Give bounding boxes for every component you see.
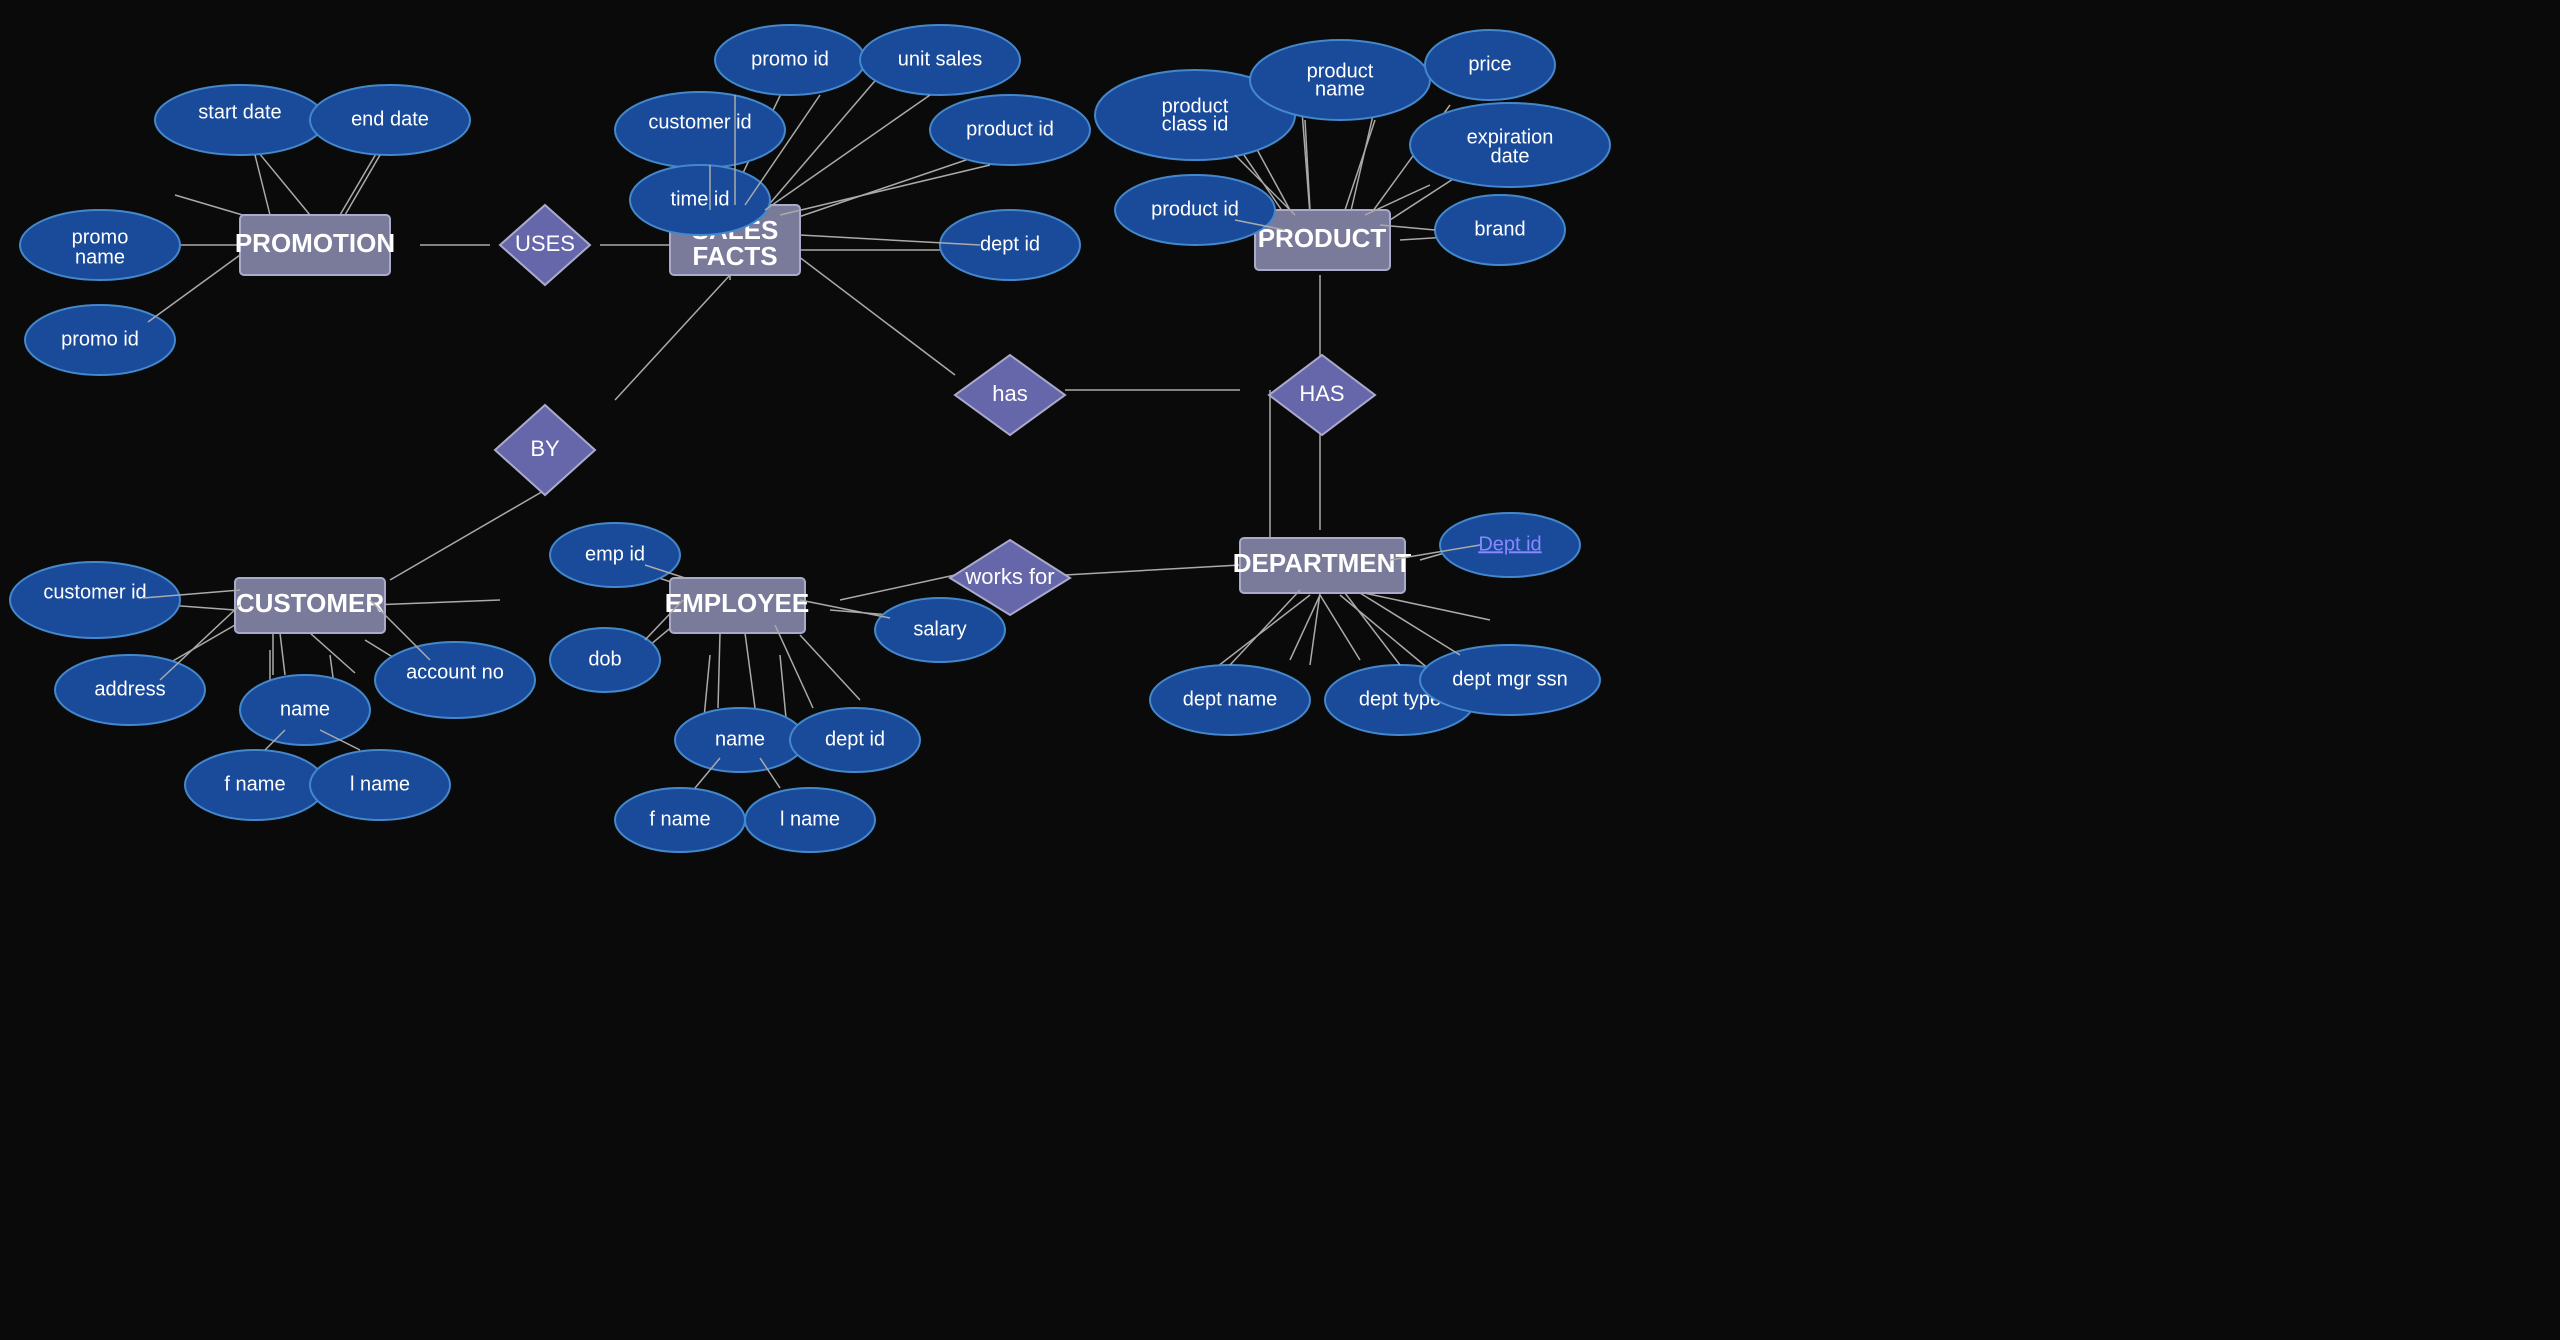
- svg-text:dob: dob: [588, 648, 621, 670]
- svg-text:class id: class id: [1162, 113, 1229, 135]
- svg-text:unit sales: unit sales: [898, 48, 983, 70]
- svg-text:start date: start date: [198, 101, 281, 123]
- by-label: BY: [530, 436, 560, 461]
- department-label: DEPARTMENT: [1233, 548, 1412, 578]
- svg-text:f name: f name: [649, 808, 710, 830]
- svg-text:l name: l name: [780, 808, 840, 830]
- svg-text:promo id: promo id: [751, 48, 829, 70]
- svg-text:promo: promo: [72, 226, 129, 248]
- svg-text:date: date: [1491, 145, 1530, 167]
- svg-text:l name: l name: [350, 773, 410, 795]
- svg-text:emp id: emp id: [585, 543, 645, 565]
- svg-text:promo id: promo id: [61, 328, 139, 350]
- svg-text:end date: end date: [351, 108, 429, 130]
- uses-label: USES: [515, 231, 575, 256]
- svg-text:name: name: [1315, 78, 1365, 100]
- svg-text:product id: product id: [1151, 198, 1239, 220]
- svg-text:salary: salary: [913, 618, 966, 640]
- svg-text:dept id: dept id: [980, 233, 1040, 255]
- svg-text:account no: account no: [406, 661, 504, 683]
- svg-text:dept mgr ssn: dept mgr ssn: [1452, 668, 1568, 690]
- svg-text:product id: product id: [966, 118, 1054, 140]
- svg-text:name: name: [715, 728, 765, 750]
- employee-label: EMPLOYEE: [665, 588, 809, 618]
- svg-text:brand: brand: [1474, 218, 1525, 240]
- has-lower-label: has: [992, 381, 1027, 406]
- svg-text:name: name: [280, 698, 330, 720]
- svg-text:name: name: [75, 246, 125, 268]
- svg-text:customer id: customer id: [648, 111, 751, 133]
- svg-text:f name: f name: [224, 773, 285, 795]
- svg-text:dept id: dept id: [825, 728, 885, 750]
- svg-text:price: price: [1468, 53, 1511, 75]
- works-for-label: works for: [964, 564, 1054, 589]
- has-upper-label: HAS: [1299, 381, 1344, 406]
- svg-text:time id: time id: [671, 188, 730, 210]
- svg-text:customer id: customer id: [43, 581, 146, 603]
- promotion-label: PROMOTION: [235, 228, 395, 258]
- svg-text:FACTS: FACTS: [692, 241, 777, 271]
- svg-text:address: address: [94, 678, 165, 700]
- er-diagram: PROMOTION SALES FACTS PRODUCT CUSTOMER E…: [0, 0, 2560, 1340]
- product-label: PRODUCT: [1258, 223, 1387, 253]
- svg-text:Dept id: Dept id: [1478, 533, 1541, 555]
- svg-text:dept name: dept name: [1183, 688, 1278, 710]
- customer-label: CUSTOMER: [236, 588, 385, 618]
